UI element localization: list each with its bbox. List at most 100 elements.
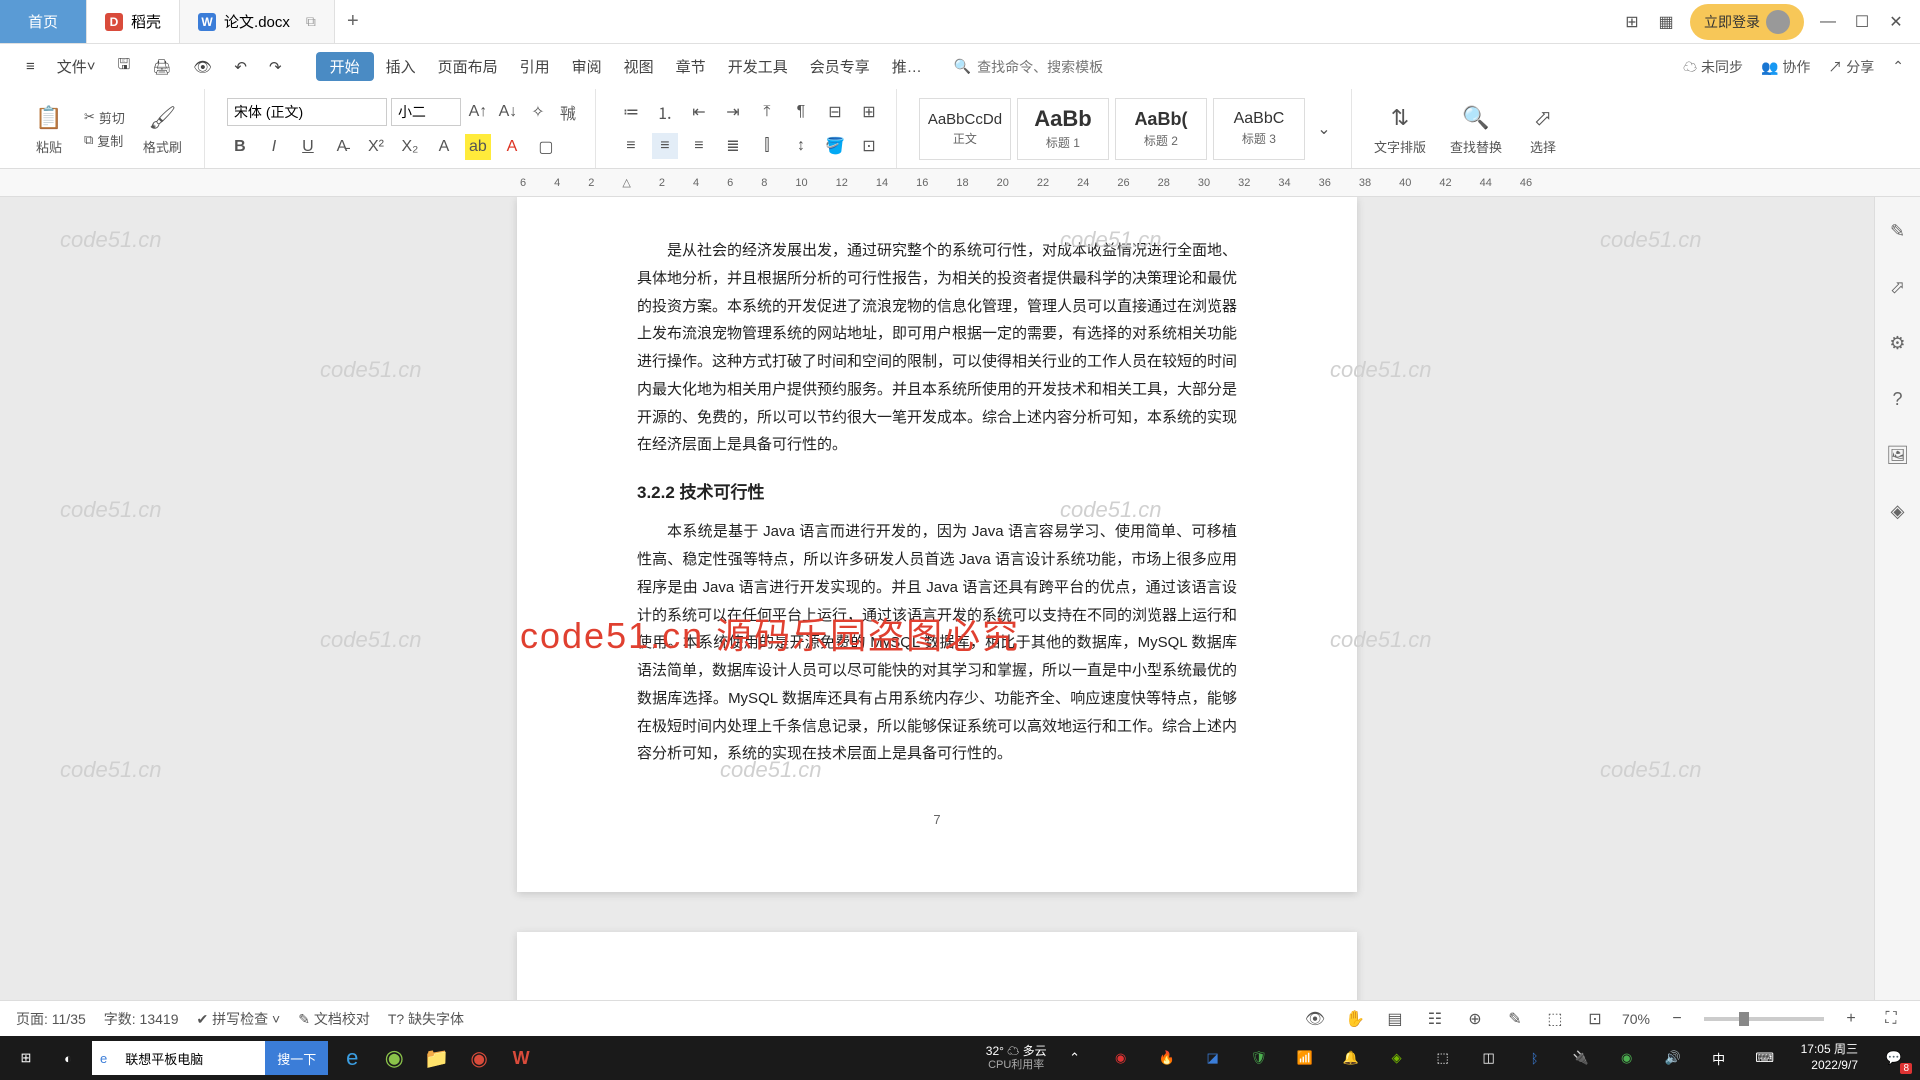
print-icon[interactable]: 🖨 bbox=[142, 44, 181, 89]
taskbar-search[interactable]: e 搜一下 bbox=[92, 1041, 328, 1075]
align-right-button[interactable]: ≡ bbox=[686, 133, 712, 159]
menu-start[interactable]: 开始 bbox=[316, 52, 374, 81]
task-wps-icon[interactable]: W bbox=[503, 1040, 539, 1076]
increase-indent-button[interactable]: ⇥ bbox=[720, 99, 746, 125]
taskbar-search-input[interactable] bbox=[115, 1051, 265, 1066]
document-area[interactable]: 是从社会的经济发展出发，通过研究整个的系统可行性，对成本收益情况进行全面地、具体… bbox=[0, 197, 1874, 1024]
hamburger-icon[interactable]: ≡ bbox=[16, 44, 45, 89]
weather-widget[interactable]: 32° ☁ 多云 CPU利用率 bbox=[986, 1044, 1047, 1072]
page-indicator[interactable]: 页面: 11/35 bbox=[16, 1009, 86, 1029]
zoom-level[interactable]: 70% bbox=[1622, 1011, 1650, 1027]
tray-volume-icon[interactable]: 🔊 bbox=[1655, 1040, 1691, 1076]
char-border-button[interactable]: ▢ bbox=[533, 134, 559, 160]
paragraph[interactable]: 是从社会的经济发展出发，通过研究整个的系统可行性，对成本收益情况进行全面地、具体… bbox=[637, 237, 1237, 459]
image-icon[interactable]: 🖼 bbox=[1884, 441, 1912, 469]
sliders-icon[interactable]: ⚙ bbox=[1884, 329, 1912, 357]
close-button[interactable]: ✕ bbox=[1886, 12, 1906, 32]
tray-icon[interactable]: 🔥 bbox=[1149, 1040, 1185, 1076]
tab-document[interactable]: W 论文.docx ⧉ bbox=[180, 0, 335, 43]
coop-button[interactable]: 👥 协作 bbox=[1761, 57, 1810, 77]
style-h1[interactable]: AaBb标题 1 bbox=[1017, 98, 1109, 160]
bold-button[interactable]: B bbox=[227, 134, 253, 160]
shrink-font-icon[interactable]: A↓ bbox=[495, 99, 521, 125]
font-size-select[interactable] bbox=[391, 98, 461, 126]
maximize-button[interactable]: ☐ bbox=[1852, 12, 1872, 32]
menu-insert[interactable]: 插入 bbox=[376, 44, 426, 89]
task-ie-icon[interactable]: e bbox=[334, 1040, 370, 1076]
tray-bluetooth-icon[interactable]: ᛒ bbox=[1517, 1040, 1553, 1076]
menu-review[interactable]: 审阅 bbox=[562, 44, 612, 89]
tray-wifi-icon[interactable]: 📶 bbox=[1287, 1040, 1323, 1076]
menu-vip[interactable]: 会员专享 bbox=[800, 44, 880, 89]
new-tab-button[interactable]: + bbox=[335, 0, 371, 43]
menu-view[interactable]: 视图 bbox=[614, 44, 664, 89]
view-page-icon[interactable]: ▤ bbox=[1382, 1006, 1408, 1032]
preview-icon[interactable]: 👁 bbox=[183, 44, 222, 89]
style-h2[interactable]: AaBb(标题 2 bbox=[1115, 98, 1207, 160]
cortana-icon[interactable]: ◐ bbox=[50, 1040, 86, 1076]
share-button[interactable]: ↗ 分享 bbox=[1828, 57, 1874, 77]
tray-icon[interactable]: ◉ bbox=[1609, 1040, 1645, 1076]
diamond-icon[interactable]: ◈ bbox=[1884, 497, 1912, 525]
command-search[interactable]: 🔍 bbox=[954, 58, 1117, 75]
text-layout-icon[interactable]: ⇅ bbox=[1383, 101, 1417, 135]
find-replace-icon[interactable]: 🔍 bbox=[1459, 101, 1493, 135]
italic-button[interactable]: I bbox=[261, 134, 287, 160]
pen-icon[interactable]: ✎ bbox=[1884, 217, 1912, 245]
login-button[interactable]: 立即登录 bbox=[1690, 4, 1804, 40]
view-web-icon[interactable]: ⊕ bbox=[1462, 1006, 1488, 1032]
command-search-input[interactable] bbox=[977, 59, 1117, 75]
tray-bell-icon[interactable]: 🔔 bbox=[1333, 1040, 1369, 1076]
task-app2-icon[interactable]: ◉ bbox=[461, 1040, 497, 1076]
paste-icon[interactable]: 📋 bbox=[32, 101, 66, 135]
tabs-button[interactable]: ⊟ bbox=[822, 99, 848, 125]
redo-icon[interactable]: ↷ bbox=[259, 44, 292, 89]
tray-icon[interactable]: ⌃ bbox=[1057, 1040, 1093, 1076]
paragraph[interactable]: 本系统是基于 Java 语言而进行开发的，因为 Java 语言容易学习、使用简单… bbox=[637, 518, 1237, 768]
distribute-button[interactable]: ⫿ bbox=[754, 133, 780, 159]
select-icon[interactable]: ⬀ bbox=[1526, 101, 1560, 135]
highlight-button[interactable]: ab bbox=[465, 134, 491, 160]
numbering-button[interactable]: ⒈ bbox=[652, 99, 678, 125]
menu-layout[interactable]: 页面布局 bbox=[428, 44, 508, 89]
align-center-button[interactable]: ≡ bbox=[652, 133, 678, 159]
cut-button[interactable]: ✂ 剪切 bbox=[84, 108, 125, 127]
zoom-out-button[interactable]: − bbox=[1664, 1006, 1690, 1032]
style-more-icon[interactable]: ⌄ bbox=[1311, 116, 1337, 142]
doc-proof[interactable]: ✎ 文档校对 bbox=[298, 1009, 370, 1029]
grow-font-icon[interactable]: A↑ bbox=[465, 99, 491, 125]
borders-button[interactable]: ⊞ bbox=[856, 99, 882, 125]
hand-icon[interactable]: ✋ bbox=[1342, 1006, 1368, 1032]
start-button[interactable]: ⊞ bbox=[8, 1040, 44, 1076]
minimize-button[interactable]: — bbox=[1818, 12, 1838, 32]
menu-devtools[interactable]: 开发工具 bbox=[718, 44, 798, 89]
word-count[interactable]: 字数: 13419 bbox=[104, 1009, 179, 1029]
align-left-button[interactable]: ≡ bbox=[618, 133, 644, 159]
fullscreen-icon[interactable]: ⛶ bbox=[1878, 1006, 1904, 1032]
zoom-slider[interactable] bbox=[1704, 1017, 1824, 1021]
sort-button[interactable]: ⤒ bbox=[754, 99, 780, 125]
show-marks-button[interactable]: ¶ bbox=[788, 99, 814, 125]
tray-icon[interactable]: ◉ bbox=[1103, 1040, 1139, 1076]
para-border-button[interactable]: ⊡ bbox=[856, 133, 882, 159]
line-spacing-button[interactable]: ↕ bbox=[788, 133, 814, 159]
view-read-icon[interactable]: ✎ bbox=[1502, 1006, 1528, 1032]
tray-nvidia-icon[interactable]: ◈ bbox=[1379, 1040, 1415, 1076]
tab-docer[interactable]: D 稻壳 bbox=[87, 0, 180, 43]
view-mode5-icon[interactable]: ⬚ bbox=[1542, 1006, 1568, 1032]
collapse-ribbon-icon[interactable]: ⌃ bbox=[1892, 58, 1904, 75]
copy-button[interactable]: ⧉ 复制 bbox=[84, 131, 125, 150]
spell-check[interactable]: ✔ 拼写检查 ˅ bbox=[197, 1009, 281, 1029]
text-effect-button[interactable]: A bbox=[431, 134, 457, 160]
tray-icon[interactable]: ⬚ bbox=[1425, 1040, 1461, 1076]
taskbar-search-button[interactable]: 搜一下 bbox=[265, 1041, 328, 1075]
tray-icon[interactable]: ◪ bbox=[1195, 1040, 1231, 1076]
task-app1-icon[interactable]: ◉ bbox=[376, 1040, 412, 1076]
taskbar-clock[interactable]: 17:05 周三 2022/9/7 bbox=[1793, 1042, 1866, 1073]
superscript-button[interactable]: X² bbox=[363, 134, 389, 160]
tray-icon[interactable]: 🛡 bbox=[1241, 1040, 1277, 1076]
underline-button[interactable]: U bbox=[295, 134, 321, 160]
help-icon[interactable]: ? bbox=[1884, 385, 1912, 413]
font-color-button[interactable]: A bbox=[499, 134, 525, 160]
notification-center[interactable]: 💬8 bbox=[1876, 1040, 1912, 1076]
